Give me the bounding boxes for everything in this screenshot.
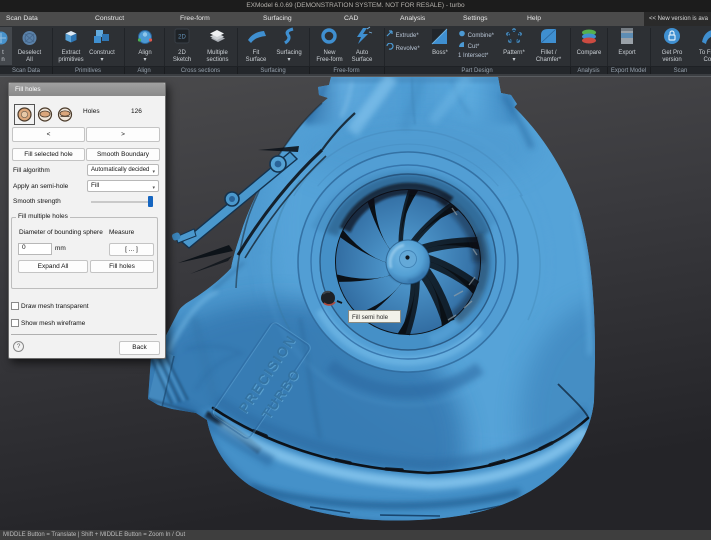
svg-text:2D: 2D — [178, 35, 186, 41]
svg-text:Fill semi hole: Fill semi hole — [352, 314, 389, 321]
